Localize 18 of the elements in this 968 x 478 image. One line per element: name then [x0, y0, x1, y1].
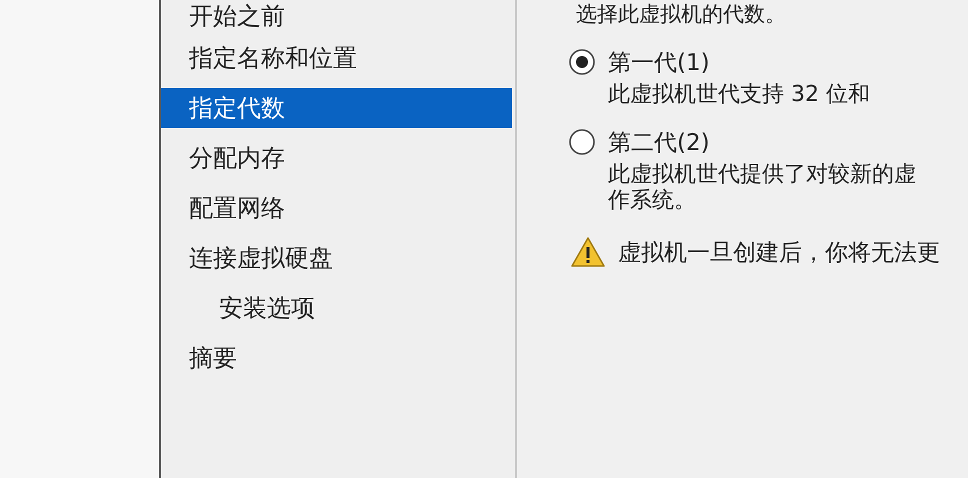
radio-button[interactable] — [568, 48, 596, 76]
sidebar-item[interactable]: 配置网络 — [161, 188, 515, 238]
intro-text: 选择此虚拟机的代数。 — [575, 1, 787, 28]
radio-button[interactable] — [568, 128, 596, 156]
option-description: 此虚拟机世代提供了对较新的虚 — [607, 162, 917, 188]
warning-text: 虚拟机一旦创建后，你将无法更 — [618, 238, 940, 268]
sidebar-item[interactable]: 摘要 — [161, 338, 515, 388]
sidebar-item[interactable]: 连接虚拟硬盘 — [161, 238, 515, 288]
warning-icon — [570, 236, 606, 268]
sidebar-item[interactable]: 指定名称和位置 — [161, 38, 515, 88]
sidebar-item[interactable]: 指定代数 — [161, 88, 512, 128]
option-description: 作系统。 — [607, 188, 697, 214]
option-label[interactable]: 第一代(1) — [608, 46, 710, 78]
sidebar-item[interactable]: 安装选项 — [161, 288, 515, 338]
sidebar-item[interactable]: 开始之前 — [161, 0, 515, 38]
sidebar-item[interactable]: 分配内存 — [161, 138, 515, 188]
option-description: 此虚拟机世代支持 32 位和 — [607, 82, 871, 108]
option-label[interactable]: 第二代(2) — [608, 126, 710, 158]
